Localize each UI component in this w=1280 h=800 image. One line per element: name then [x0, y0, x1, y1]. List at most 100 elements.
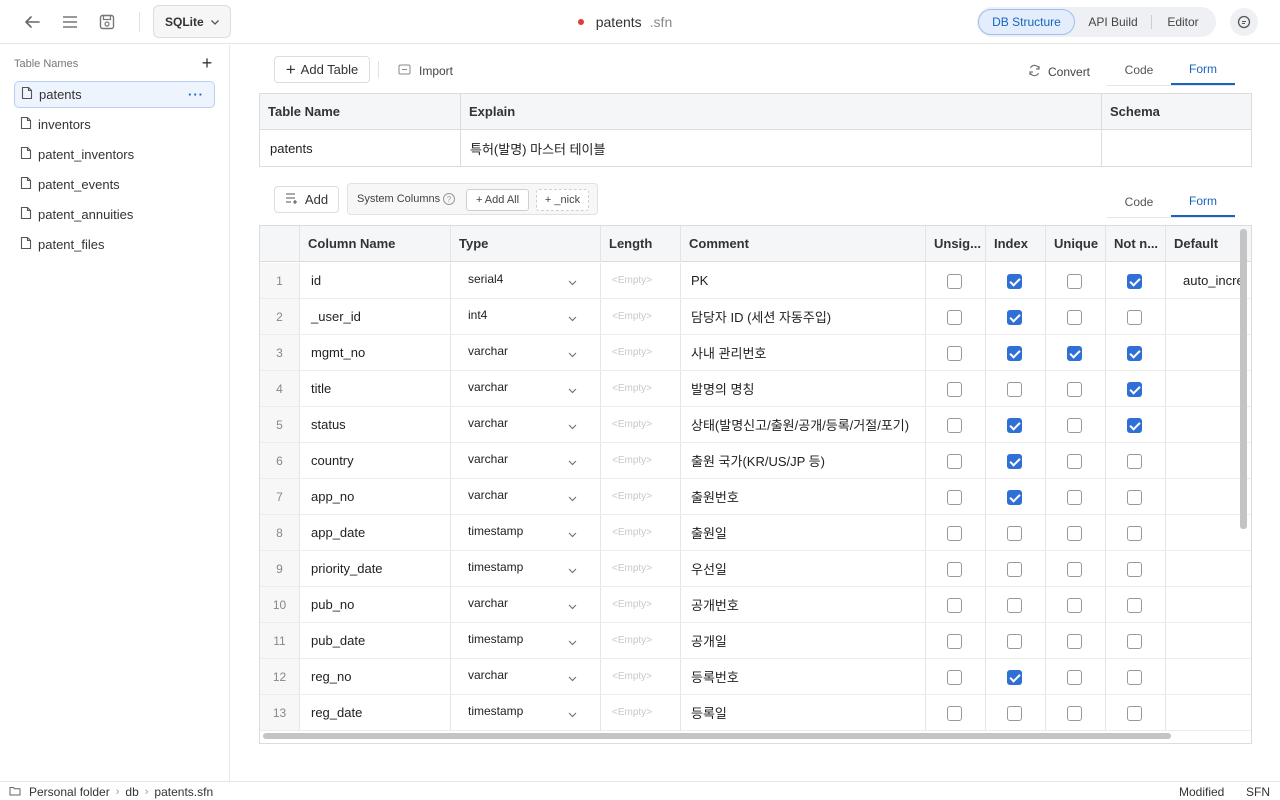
index-checkbox[interactable] — [1007, 490, 1022, 505]
menu-icon[interactable] — [56, 8, 84, 36]
not-null-checkbox[interactable] — [1127, 382, 1142, 397]
more-options-icon[interactable]: ··· — [188, 87, 204, 102]
unsigned-checkbox[interactable] — [947, 346, 962, 361]
mode-api-build[interactable]: API Build — [1075, 9, 1151, 35]
horizontal-scrollbar[interactable] — [263, 733, 1171, 739]
not-null-checkbox[interactable] — [1127, 490, 1142, 505]
column-name-field[interactable]: reg_no — [300, 659, 450, 694]
not-null-checkbox[interactable] — [1127, 670, 1142, 685]
column-name-field[interactable]: reg_date — [300, 695, 450, 730]
breadcrumb-file[interactable]: patents.sfn — [154, 785, 213, 799]
comment-field[interactable]: 우선일 — [681, 551, 925, 586]
default-field[interactable] — [1166, 587, 1251, 622]
default-field[interactable] — [1166, 335, 1251, 370]
default-field[interactable] — [1166, 371, 1251, 406]
unsigned-checkbox[interactable] — [947, 274, 962, 289]
not-null-checkbox[interactable] — [1127, 598, 1142, 613]
comment-field[interactable]: 출원 국가(KR/US/JP 등) — [681, 443, 925, 478]
index-checkbox[interactable] — [1007, 526, 1022, 541]
unique-checkbox[interactable] — [1067, 706, 1082, 721]
length-field[interactable]: <Empty> — [601, 479, 680, 514]
sidebar-item-patents[interactable]: patents ··· — [14, 81, 215, 108]
comment-field[interactable]: 상태(발명신고/출원/공개/등록/거절/포기) — [681, 407, 925, 442]
length-field[interactable]: <Empty> — [601, 551, 680, 586]
comment-field[interactable]: 공개번호 — [681, 587, 925, 622]
not-null-checkbox[interactable] — [1127, 418, 1142, 433]
index-checkbox[interactable] — [1007, 382, 1022, 397]
unique-checkbox[interactable] — [1067, 454, 1082, 469]
length-field[interactable]: <Empty> — [601, 263, 680, 298]
sidebar-item-patent-files[interactable]: patent_files — [14, 231, 215, 258]
unique-checkbox[interactable] — [1067, 418, 1082, 433]
not-null-checkbox[interactable] — [1127, 454, 1142, 469]
type-select[interactable]: timestamp — [451, 695, 600, 730]
column-name-field[interactable]: status — [300, 407, 450, 442]
unsigned-checkbox[interactable] — [947, 598, 962, 613]
sidebar-item-patent-annuities[interactable]: patent_annuities — [14, 201, 215, 228]
column-name-field[interactable]: pub_no — [300, 587, 450, 622]
type-select[interactable]: timestamp — [451, 551, 600, 586]
type-select[interactable]: varchar — [451, 659, 600, 694]
length-field[interactable]: <Empty> — [601, 587, 680, 622]
breadcrumb-db[interactable]: db — [125, 785, 138, 799]
default-field[interactable] — [1166, 551, 1251, 586]
length-field[interactable]: <Empty> — [601, 299, 680, 334]
type-select[interactable]: varchar — [451, 407, 600, 442]
unsigned-checkbox[interactable] — [947, 310, 962, 325]
convert-button[interactable]: Convert — [1028, 64, 1090, 80]
not-null-checkbox[interactable] — [1127, 310, 1142, 325]
length-field[interactable]: <Empty> — [601, 659, 680, 694]
comment-field[interactable]: 등록번호 — [681, 659, 925, 694]
explain-field[interactable]: 특허(발명) 마스터 테이블 — [461, 130, 1101, 166]
type-select[interactable]: timestamp — [451, 623, 600, 658]
type-select[interactable]: serial4 — [451, 263, 600, 298]
unique-checkbox[interactable] — [1067, 490, 1082, 505]
not-null-checkbox[interactable] — [1127, 346, 1142, 361]
unique-checkbox[interactable] — [1067, 598, 1082, 613]
default-field[interactable] — [1166, 443, 1251, 478]
type-select[interactable]: varchar — [451, 587, 600, 622]
index-checkbox[interactable] — [1007, 274, 1022, 289]
table-name-field[interactable]: patents — [262, 130, 460, 166]
not-null-checkbox[interactable] — [1127, 706, 1142, 721]
unsigned-checkbox[interactable] — [947, 562, 962, 577]
unique-checkbox[interactable] — [1067, 382, 1082, 397]
db-engine-select[interactable]: SQLite — [153, 5, 231, 38]
column-name-field[interactable]: mgmt_no — [300, 335, 450, 370]
column-name-field[interactable]: title — [300, 371, 450, 406]
length-field[interactable]: <Empty> — [601, 515, 680, 550]
comment-field[interactable]: 공개일 — [681, 623, 925, 658]
add-column-button[interactable]: Add — [274, 186, 339, 213]
unique-checkbox[interactable] — [1067, 274, 1082, 289]
unsigned-checkbox[interactable] — [947, 490, 962, 505]
unique-checkbox[interactable] — [1067, 346, 1082, 361]
default-field[interactable] — [1166, 299, 1251, 334]
unsigned-checkbox[interactable] — [947, 706, 962, 721]
comment-field[interactable]: 사내 관리번호 — [681, 335, 925, 370]
save-icon[interactable] — [93, 8, 121, 36]
not-null-checkbox[interactable] — [1127, 274, 1142, 289]
tab-form[interactable]: Form — [1171, 55, 1235, 85]
unsigned-checkbox[interactable] — [947, 418, 962, 433]
schema-field[interactable] — [1102, 130, 1250, 166]
not-null-checkbox[interactable] — [1127, 526, 1142, 541]
vertical-scrollbar[interactable] — [1240, 229, 1247, 529]
unique-checkbox[interactable] — [1067, 562, 1082, 577]
column-name-field[interactable]: pub_date — [300, 623, 450, 658]
comment-field[interactable]: 담당자 ID (세션 자동주입) — [681, 299, 925, 334]
unsigned-checkbox[interactable] — [947, 526, 962, 541]
column-name-field[interactable]: country — [300, 443, 450, 478]
length-field[interactable]: <Empty> — [601, 407, 680, 442]
column-name-field[interactable]: id — [300, 263, 450, 298]
add-table-plus-button[interactable]: + — [199, 54, 215, 72]
default-field[interactable] — [1166, 407, 1251, 442]
default-field[interactable] — [1166, 695, 1251, 730]
index-checkbox[interactable] — [1007, 418, 1022, 433]
unique-checkbox[interactable] — [1067, 670, 1082, 685]
unsigned-checkbox[interactable] — [947, 634, 962, 649]
chat-bubble-icon[interactable] — [1230, 8, 1258, 36]
type-select[interactable]: int4 — [451, 299, 600, 334]
not-null-checkbox[interactable] — [1127, 562, 1142, 577]
type-select[interactable]: varchar — [451, 335, 600, 370]
add-table-button[interactable]: + Add Table — [274, 56, 370, 83]
